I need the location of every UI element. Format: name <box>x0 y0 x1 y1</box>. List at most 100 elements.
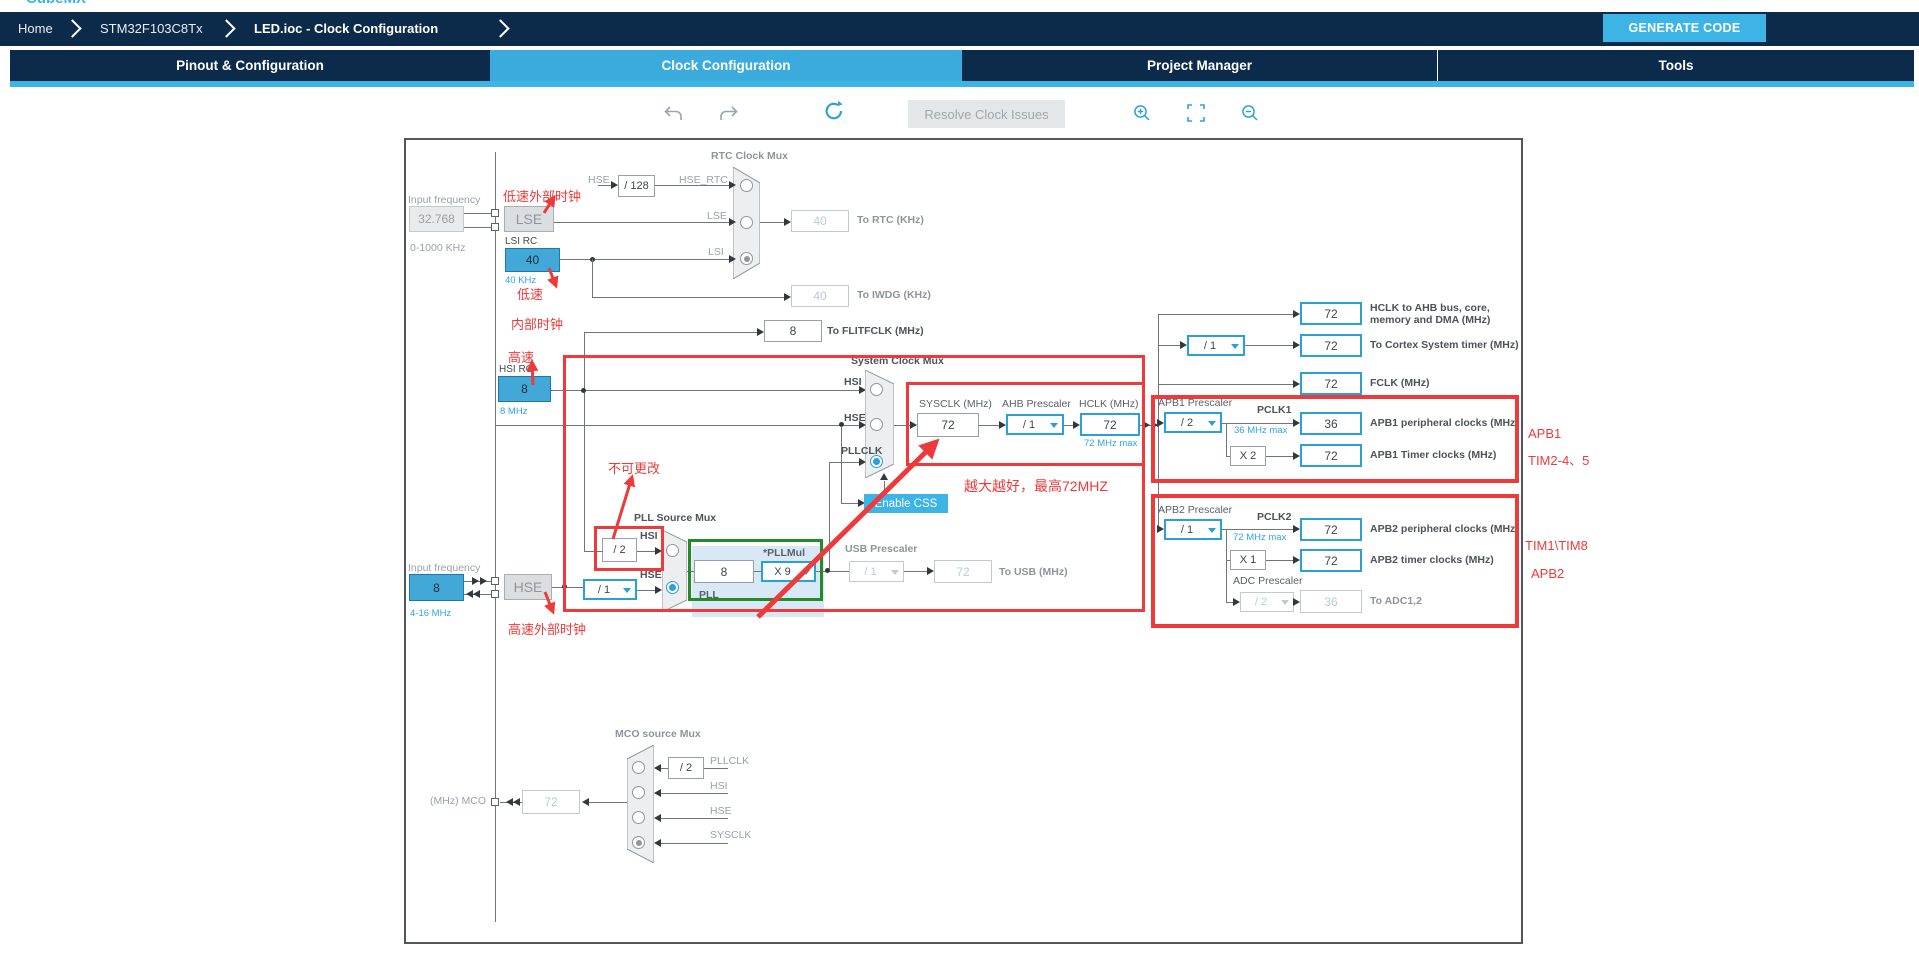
wire <box>584 332 757 333</box>
apb2-timer-value-box[interactable]: 72 <box>1300 549 1362 572</box>
chevron-down-icon <box>1231 344 1239 349</box>
hse-divider-value: / 1 <box>598 584 610 596</box>
mco-hse-radio[interactable] <box>632 811 645 824</box>
wire <box>1266 560 1293 561</box>
arrowhead <box>1293 419 1300 427</box>
arrowhead <box>859 421 866 429</box>
rtc-mux-lse-radio[interactable] <box>740 216 753 229</box>
arrowhead <box>654 764 661 772</box>
apb2-prescaler-label: APB2 Prescaler <box>1158 504 1232 516</box>
pllmul-label: *PLLMul <box>763 547 805 559</box>
wire <box>584 332 585 551</box>
sysmux-pllclk-radio[interactable] <box>870 455 883 468</box>
chevron-down-icon <box>891 570 899 575</box>
lsi-rc-label: LSI RC <box>505 236 537 247</box>
sysmux-hsi-radio[interactable] <box>870 383 883 396</box>
resolve-clock-issues-button[interactable]: Resolve Clock Issues <box>908 100 1065 128</box>
pllmul-select[interactable]: X 9 <box>761 561 816 582</box>
tab-tools[interactable]: Tools <box>1438 50 1914 81</box>
hclk-ahb-bus-value-box[interactable]: 72 <box>1300 302 1362 325</box>
arrowhead <box>611 181 618 189</box>
sysmux-hsi-label: HSI <box>844 376 862 388</box>
arrowhead <box>582 798 589 806</box>
hsi-freq-label: 8 MHz <box>500 406 527 417</box>
hse-source-box: HSE <box>504 574 552 600</box>
wire <box>554 222 729 223</box>
rtc-mux-lsi-radio[interactable] <box>740 252 753 265</box>
wire <box>637 551 655 552</box>
wire <box>464 213 492 214</box>
usb-prescaler-label: USB Prescaler <box>845 543 917 555</box>
wire <box>552 587 583 588</box>
wire <box>1222 423 1293 424</box>
zoom-in-icon[interactable] <box>1132 103 1152 128</box>
arrowhead <box>655 547 662 555</box>
mco-pllclk-radio[interactable] <box>632 761 645 774</box>
breadcrumb-device[interactable]: STM32F103C8Tx <box>100 21 203 36</box>
tab-project-manager[interactable]: Project Manager <box>962 50 1438 81</box>
pllmux-hse-radio[interactable] <box>666 581 679 594</box>
flitfclk-value-box[interactable]: 8 <box>764 320 822 342</box>
apb2-prescaler-select[interactable]: / 1 <box>1164 519 1222 540</box>
hse-divider-select[interactable]: / 1 <box>583 579 637 600</box>
apb2-peripheral-label: APB2 peripheral clocks (MHz) <box>1370 523 1519 535</box>
breadcrumb-home[interactable]: Home <box>18 21 53 36</box>
ahb-prescaler-value: / 1 <box>1023 419 1035 431</box>
fit-screen-icon[interactable] <box>1186 103 1206 128</box>
pll-input-box[interactable]: 8 <box>694 560 754 583</box>
annotation-internal: 内部时钟 <box>511 314 563 333</box>
wire <box>894 425 910 426</box>
hclk-value-box[interactable]: 72 <box>1080 413 1140 436</box>
refresh-icon[interactable] <box>822 99 846 128</box>
arrowhead <box>757 328 764 336</box>
generate-code-button[interactable]: GENERATE CODE <box>1603 14 1766 42</box>
to-iwdg-value-box: 40 <box>791 285 849 307</box>
apb1-timer-label: APB1 Timer clocks (MHz) <box>1370 449 1496 461</box>
arrowhead <box>506 798 513 806</box>
sysclk-value-box[interactable]: 72 <box>917 413 979 437</box>
rtc-mux-hse-radio[interactable] <box>740 179 753 192</box>
connector-square <box>491 590 499 598</box>
apb2-peripheral-value-box[interactable]: 72 <box>1300 518 1362 541</box>
mco-value-box: 72 <box>522 790 580 814</box>
redo-icon[interactable] <box>717 104 739 129</box>
rtc-lse-signal-label: LSE <box>707 210 727 222</box>
connector-square <box>491 798 499 806</box>
apb2-prescaler-value: / 1 <box>1181 524 1193 536</box>
wire <box>464 227 492 228</box>
apb1-peripheral-value-box[interactable]: 36 <box>1300 412 1362 435</box>
tab-clock-configuration[interactable]: Clock Configuration <box>490 50 962 81</box>
wire <box>1226 602 1233 603</box>
mco-hsi-radio[interactable] <box>632 786 645 799</box>
lse-source-box: LSE <box>504 206 554 232</box>
zoom-out-icon[interactable] <box>1240 103 1260 128</box>
apb1-multiplier-box[interactable]: X 2 <box>1230 446 1266 466</box>
cubemx-logo: CubeMX <box>26 0 86 7</box>
wire <box>704 768 728 769</box>
rtc-lsi-signal-label: LSI <box>708 246 724 258</box>
adc-prescaler-label: ADC Prescaler <box>1233 575 1302 587</box>
fclk-label: FCLK (MHz) <box>1370 377 1429 389</box>
annotation-hsi-high: 高速 <box>508 347 534 366</box>
enable-css-button[interactable]: Enable CSS <box>864 494 948 513</box>
arrowhead <box>1157 419 1164 427</box>
wire <box>1158 345 1180 346</box>
tab-pinout-configuration[interactable]: Pinout & Configuration <box>10 50 490 81</box>
pllmux-hsi-radio[interactable] <box>666 544 679 557</box>
arrowhead <box>1233 598 1240 606</box>
cortex-timer-value-box[interactable]: 72 <box>1300 334 1362 357</box>
arrowhead <box>729 218 736 226</box>
apb1-prescaler-select[interactable]: / 2 <box>1164 412 1222 433</box>
hse-frequency-field[interactable]: 8 <box>409 574 464 601</box>
arrowhead <box>1073 421 1080 429</box>
mco-sysclk-radio[interactable] <box>632 836 645 849</box>
undo-icon[interactable] <box>663 104 685 129</box>
apb1-timer-value-box[interactable]: 72 <box>1300 444 1362 467</box>
sysmux-hse-radio[interactable] <box>870 418 883 431</box>
adc-prescaler-value: / 2 <box>1255 596 1267 608</box>
cortex-prescaler-select[interactable]: / 1 <box>1187 335 1245 356</box>
ahb-prescaler-select[interactable]: / 1 <box>1006 414 1064 435</box>
apb2-multiplier-box[interactable]: X 1 <box>1230 550 1266 570</box>
rtc-div128-box[interactable]: / 128 <box>618 175 655 197</box>
fclk-value-box[interactable]: 72 <box>1300 372 1362 395</box>
